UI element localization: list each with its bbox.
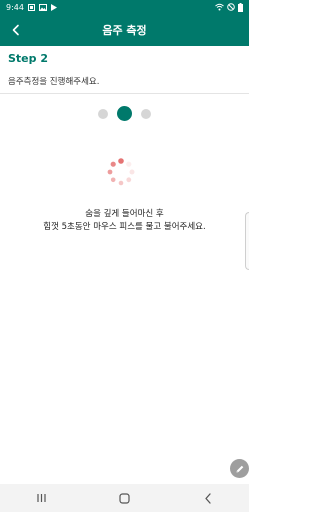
home-button[interactable] xyxy=(105,484,145,512)
step-dot-1 xyxy=(98,108,108,119)
instruction-line-1: 숨을 깊게 들어마신 후 xyxy=(85,209,164,219)
divider xyxy=(0,93,249,94)
system-nav-bar xyxy=(0,484,249,512)
step-indicator xyxy=(0,106,249,121)
step-dot-3 xyxy=(141,108,151,119)
edit-button[interactable] xyxy=(230,459,249,478)
page-title: 음주 측정 xyxy=(102,24,147,37)
play-store-icon xyxy=(50,3,57,11)
chevron-left-icon xyxy=(12,24,19,36)
loading-spinner-icon xyxy=(107,158,135,186)
recents-button[interactable] xyxy=(22,484,62,512)
no-sim-icon xyxy=(227,3,235,11)
notification-icon xyxy=(27,3,35,11)
nav-back-button[interactable] xyxy=(188,484,228,512)
image-icon xyxy=(38,3,47,11)
instruction-line-2: 힘껏 5초동안 마우스 피스를 물고 불어주세요. xyxy=(43,222,206,232)
status-bar: 9:44 xyxy=(0,0,249,14)
step-dot-2-active xyxy=(117,106,132,121)
edge-panel-handle[interactable] xyxy=(245,212,249,270)
step-description: 음주측정을 진행해주세요. xyxy=(8,77,100,87)
app-bar: 음주 측정 xyxy=(0,14,249,46)
status-time: 9:44 xyxy=(6,2,24,12)
pencil-icon xyxy=(236,465,243,472)
recents-icon xyxy=(37,494,46,502)
back-icon xyxy=(204,492,211,504)
back-button[interactable] xyxy=(4,18,28,42)
instruction-text: 숨을 깊게 들어마신 후 힘껏 5초동안 마우스 피스를 물고 불어주세요. xyxy=(0,208,249,234)
step-title: Step 2 xyxy=(8,52,48,65)
home-icon xyxy=(119,492,130,504)
battery-icon xyxy=(238,2,243,12)
wifi-icon xyxy=(215,3,224,11)
